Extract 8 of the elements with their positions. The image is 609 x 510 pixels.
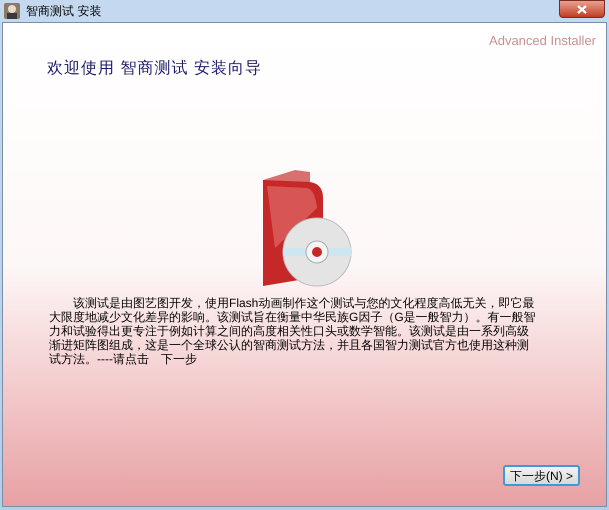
description-text: 该测试是由图艺图开发，使用Flash动画制作这个测试与您的文化程度高低无关，即它最大限度地减少文化差异的影响。该测试旨在衡量中华民族G因子（G是一般智力）。有一般智力和试验得出更专注于例如计算之间的高度相关性口头或数学智能。该测试是由一系列高级渐进矩阵图组成，这是一个全球公认的智商测试方法，并且各国智力测试官方也使用这种测试方法。----请点击 下一步 — [49, 296, 537, 366]
app-icon — [4, 3, 20, 19]
wizard-heading: 欢迎使用 智商测试 安装向导 — [47, 60, 262, 76]
close-icon — [577, 4, 587, 14]
window-title: 智商测试 安装 — [26, 3, 102, 20]
close-button[interactable] — [559, 0, 605, 18]
next-button[interactable]: 下一步(N) > — [503, 465, 580, 486]
brand-label: Advanced Installer — [489, 32, 596, 50]
